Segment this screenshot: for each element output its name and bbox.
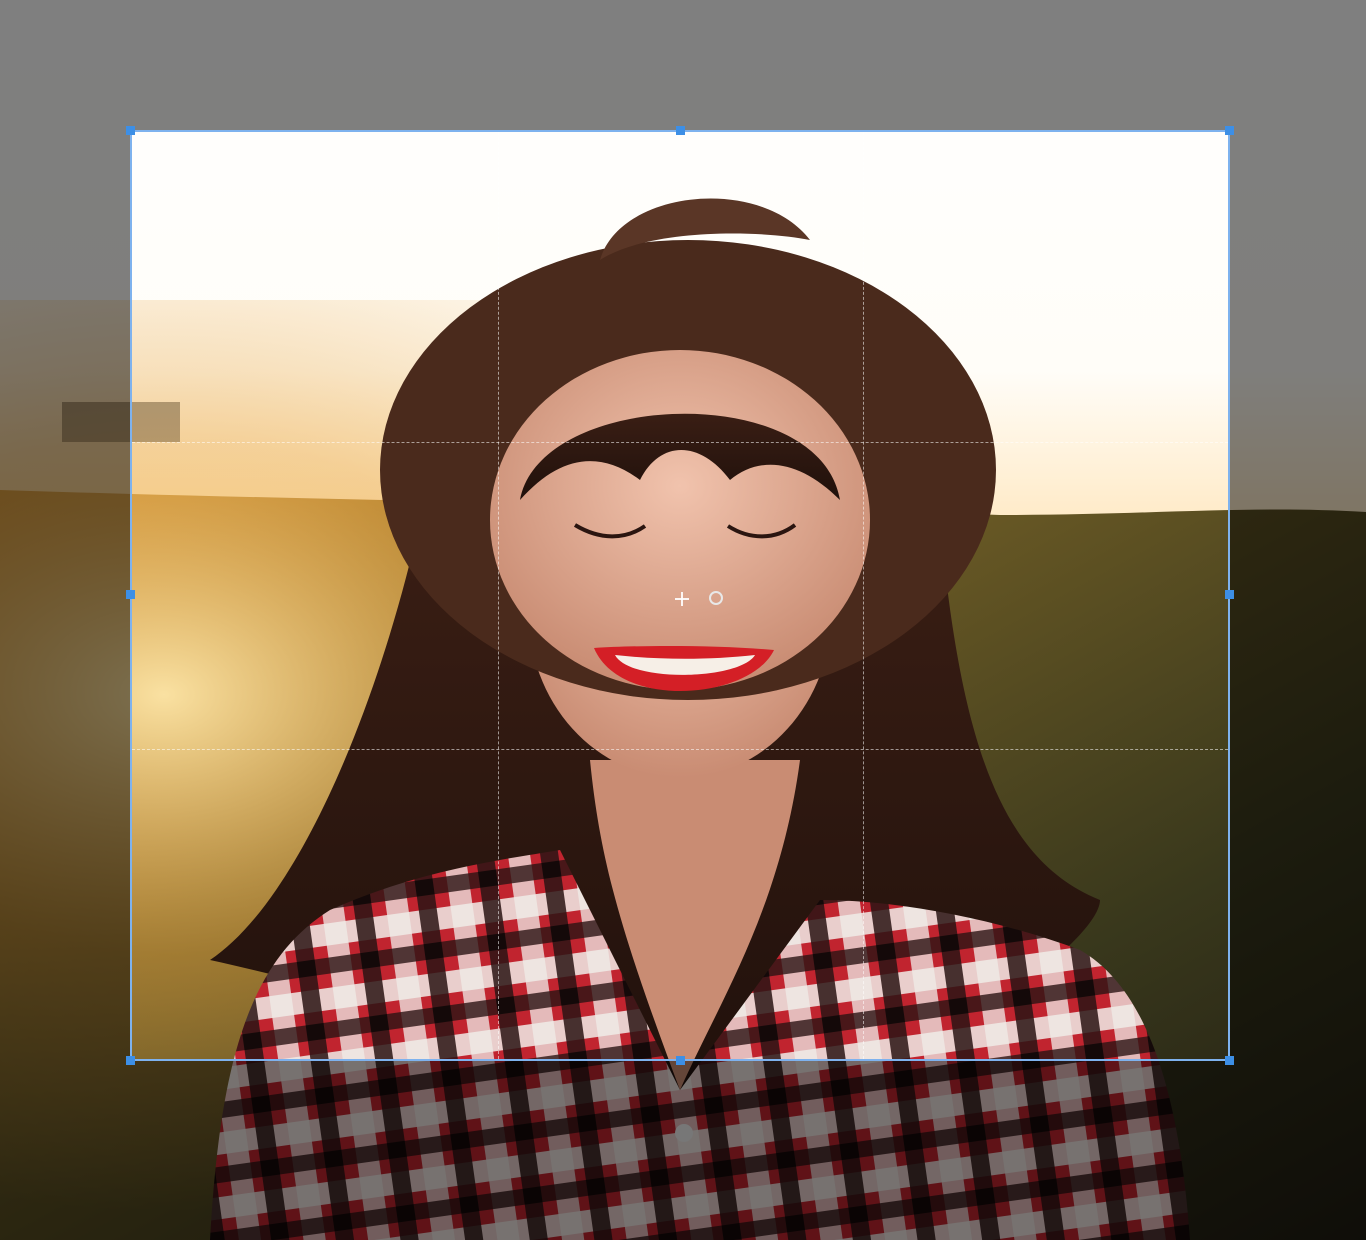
crop-handle-bottom-right[interactable] (1225, 1056, 1234, 1065)
crop-handle-bottom-left[interactable] (126, 1056, 135, 1065)
crop-handle-left[interactable] (126, 590, 135, 599)
grid-line-vertical (863, 132, 864, 1059)
crop-handle-top-left[interactable] (126, 126, 135, 135)
crop-handle-top[interactable] (676, 126, 685, 135)
grid-line-horizontal (132, 442, 1228, 443)
grid-line-horizontal (132, 749, 1228, 750)
crosshair-icon[interactable] (675, 592, 689, 606)
grid-line-vertical (498, 132, 499, 1059)
crop-handle-right[interactable] (1225, 590, 1234, 599)
crop-handle-top-right[interactable] (1225, 126, 1234, 135)
crop-handle-bottom[interactable] (676, 1056, 685, 1065)
crop-box[interactable] (126, 126, 1234, 1065)
